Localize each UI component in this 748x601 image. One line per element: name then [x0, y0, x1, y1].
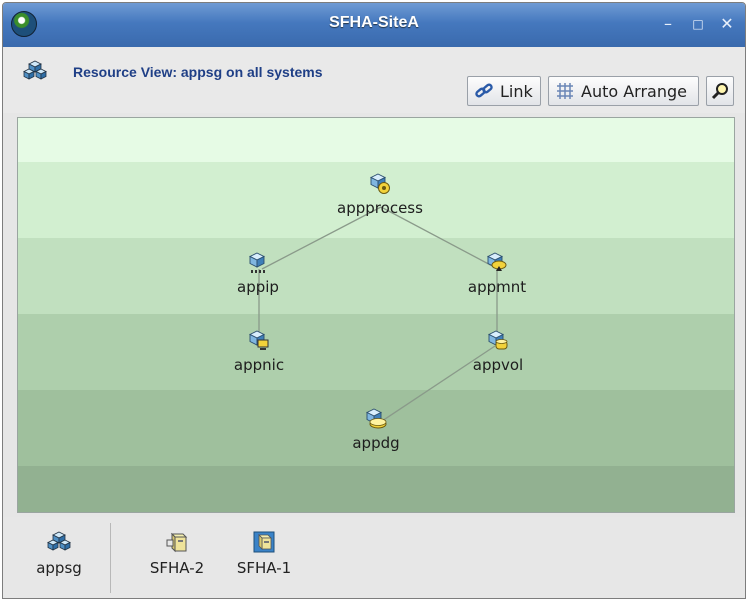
system-icon: [166, 532, 188, 553]
diskgroup-resource-icon: [365, 408, 387, 429]
mount-resource-icon: [486, 252, 507, 271]
grid-arrange-icon: [557, 83, 573, 99]
tray-system-label: SFHA-1: [236, 559, 292, 577]
tray-system-label: SFHA-2: [149, 559, 205, 577]
service-group-icon: [23, 60, 47, 80]
view-title: Resource View: appsg on all systems: [73, 64, 323, 80]
ip-resource-icon: [248, 252, 266, 273]
window: SFHA-SiteA – □ ✕ Resource View: appsg on…: [2, 2, 746, 599]
tray-service-group[interactable]: appsg: [14, 531, 104, 577]
link-button-label: Link: [500, 81, 533, 101]
magnifier-icon: [711, 83, 728, 100]
resource-node-appvol[interactable]: appvol: [438, 329, 558, 374]
resource-node-appnic[interactable]: appnic: [199, 329, 319, 374]
tray-system-sfha-1[interactable]: SFHA-1: [219, 531, 309, 577]
process-resource-icon: [369, 173, 390, 194]
tray-group-label: appsg: [36, 559, 82, 577]
minimize-button[interactable]: –: [657, 13, 679, 35]
tray-system-sfha-2[interactable]: SFHA-2: [132, 531, 222, 577]
title-bar[interactable]: SFHA-SiteA – □ ✕: [3, 3, 745, 47]
nic-resource-icon: [248, 330, 269, 350]
resource-node-appdg[interactable]: appdg: [316, 407, 436, 452]
auto-arrange-label: Auto Arrange: [581, 81, 687, 101]
view-header: Resource View: appsg on all systems Link…: [3, 47, 745, 113]
link-button[interactable]: Link: [467, 76, 541, 106]
window-title: SFHA-SiteA: [329, 14, 419, 31]
system-icon: [253, 531, 275, 553]
chain-link-icon: [475, 83, 493, 98]
resource-label: appip: [237, 278, 279, 296]
resource-label: appvol: [472, 356, 524, 374]
close-button[interactable]: ✕: [716, 13, 738, 35]
resource-node-appprocess[interactable]: appprocess: [320, 172, 440, 217]
maximize-button[interactable]: □: [687, 13, 709, 35]
auto-arrange-button[interactable]: Auto Arrange: [548, 76, 699, 106]
tray-divider: [110, 523, 111, 593]
service-group-icon: [47, 531, 71, 551]
find-resource-button[interactable]: [706, 76, 734, 106]
resource-label: appmnt: [467, 278, 527, 296]
resource-node-appmnt[interactable]: appmnt: [437, 251, 557, 296]
resource-label: appprocess: [337, 199, 423, 217]
resource-label: appdg: [352, 434, 400, 452]
system-tray: appsg SFHA-2 SFHA-1: [3, 517, 745, 598]
volume-resource-icon: [487, 330, 508, 350]
resource-graph-canvas[interactable]: appprocess appip appmnt appnic appvol ap…: [17, 117, 735, 513]
resource-node-appip[interactable]: appip: [198, 251, 318, 296]
resource-label: appnic: [233, 356, 285, 374]
